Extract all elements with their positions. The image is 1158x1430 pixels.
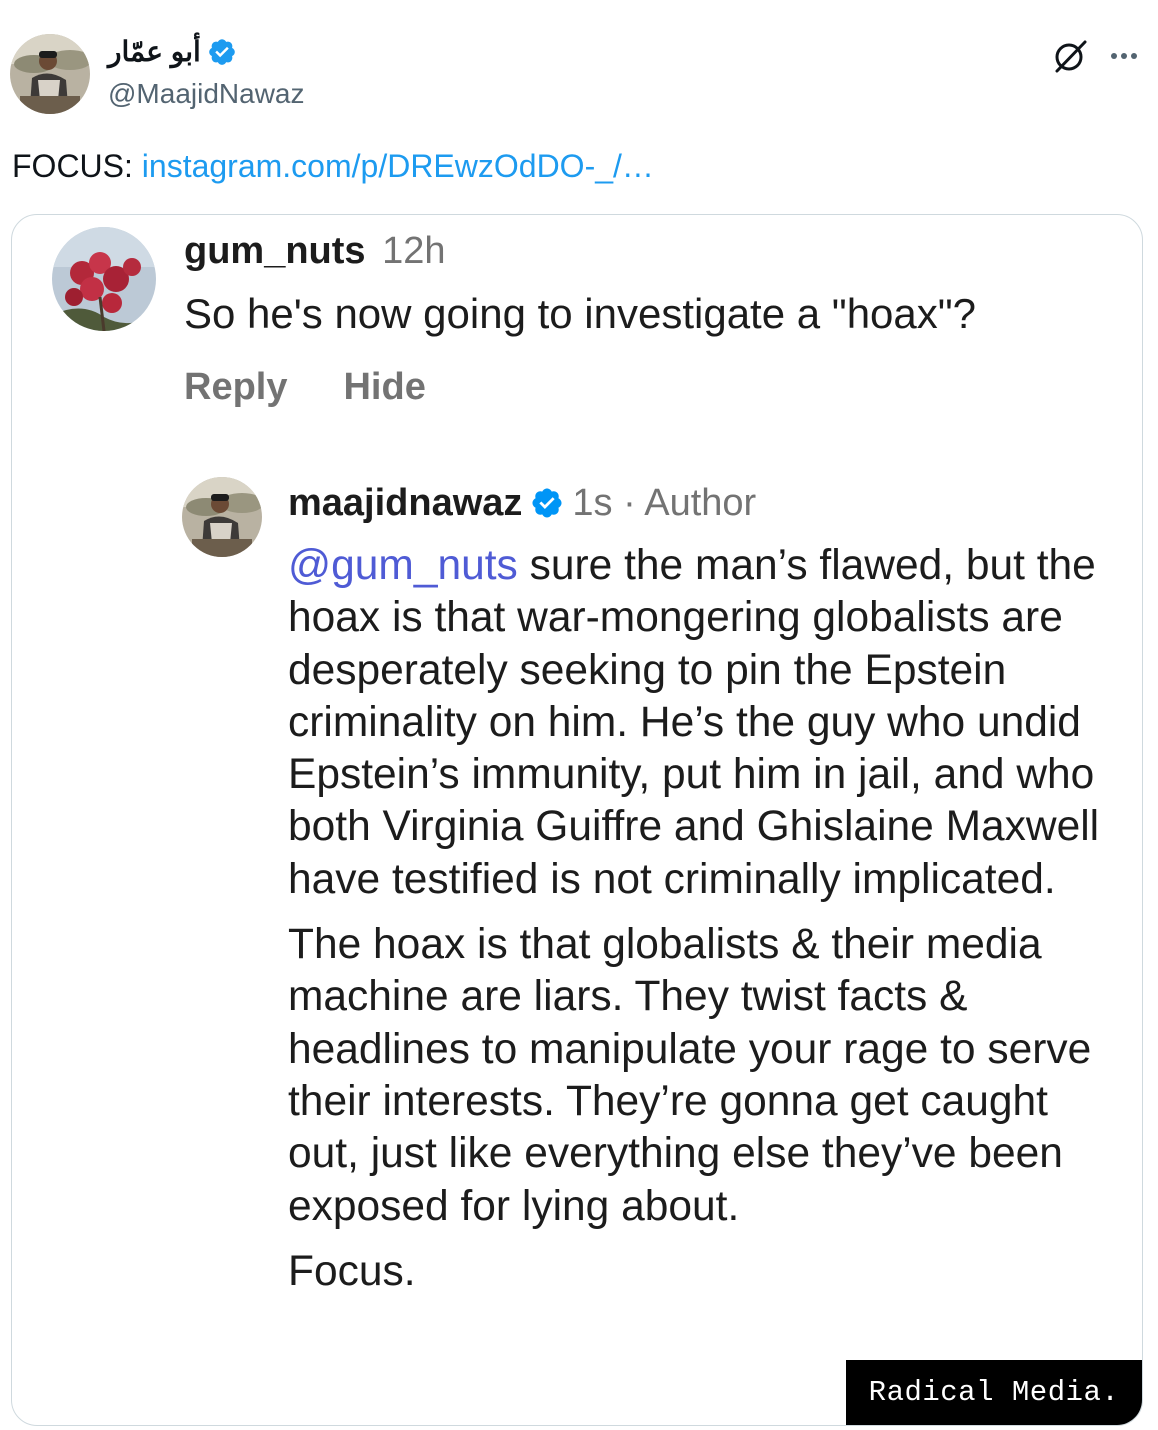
grok-icon[interactable] xyxy=(1052,38,1088,74)
comment-time: 12h xyxy=(382,230,446,272)
display-name-row[interactable]: أبو عمّار xyxy=(108,34,237,70)
reply-paragraph-2: The hoax is that globalists & their medi… xyxy=(288,921,1092,1230)
verified-badge-icon xyxy=(207,37,237,67)
hide-action: Hide xyxy=(343,366,426,408)
reply-verified-badge-icon xyxy=(530,486,564,520)
comment-text: So he's now going to investigate a "hoax… xyxy=(184,290,977,337)
reply-paragraph-3: Focus. xyxy=(288,1247,416,1295)
more-icon[interactable] xyxy=(1106,38,1142,74)
display-name[interactable]: أبو عمّار xyxy=(108,34,201,70)
tweet-link[interactable]: instagram.com/p/DREwzOdDO-_/… xyxy=(142,148,654,184)
comment-actions: Reply Hide xyxy=(184,365,426,409)
reply-meta: 1s · Author xyxy=(572,482,757,524)
commenter-avatar xyxy=(52,227,156,331)
reply-body: @gum_nuts sure the man’s flawed, but the… xyxy=(288,540,1128,1298)
reply-header: maajidnawaz 1s · Author xyxy=(288,481,756,525)
reply-paragraph-1: @gum_nuts sure the man’s flawed, but the… xyxy=(288,540,1128,906)
reply-mention: @gum_nuts xyxy=(288,542,518,589)
reply-action: Reply xyxy=(184,366,288,408)
comment-username: gum_nuts xyxy=(184,230,366,272)
reply-username: maajidnawaz xyxy=(288,482,523,524)
watermark: Radical Media. xyxy=(846,1360,1142,1425)
media-card[interactable]: gum_nuts 12h So he's now going to invest… xyxy=(11,214,1143,1426)
author-avatar[interactable] xyxy=(10,34,90,114)
reply-paragraph-1-text: sure the man’s flawed, but the hoax is t… xyxy=(288,542,1100,903)
tweet-text-prefix: FOCUS: xyxy=(12,148,142,184)
tweet-text: FOCUS: instagram.com/p/DREwzOdDO-_/… xyxy=(12,146,654,186)
reply-avatar xyxy=(182,477,262,557)
author-handle[interactable]: @MaajidNawaz xyxy=(108,76,305,112)
comment-header: gum_nuts 12h xyxy=(184,229,446,273)
